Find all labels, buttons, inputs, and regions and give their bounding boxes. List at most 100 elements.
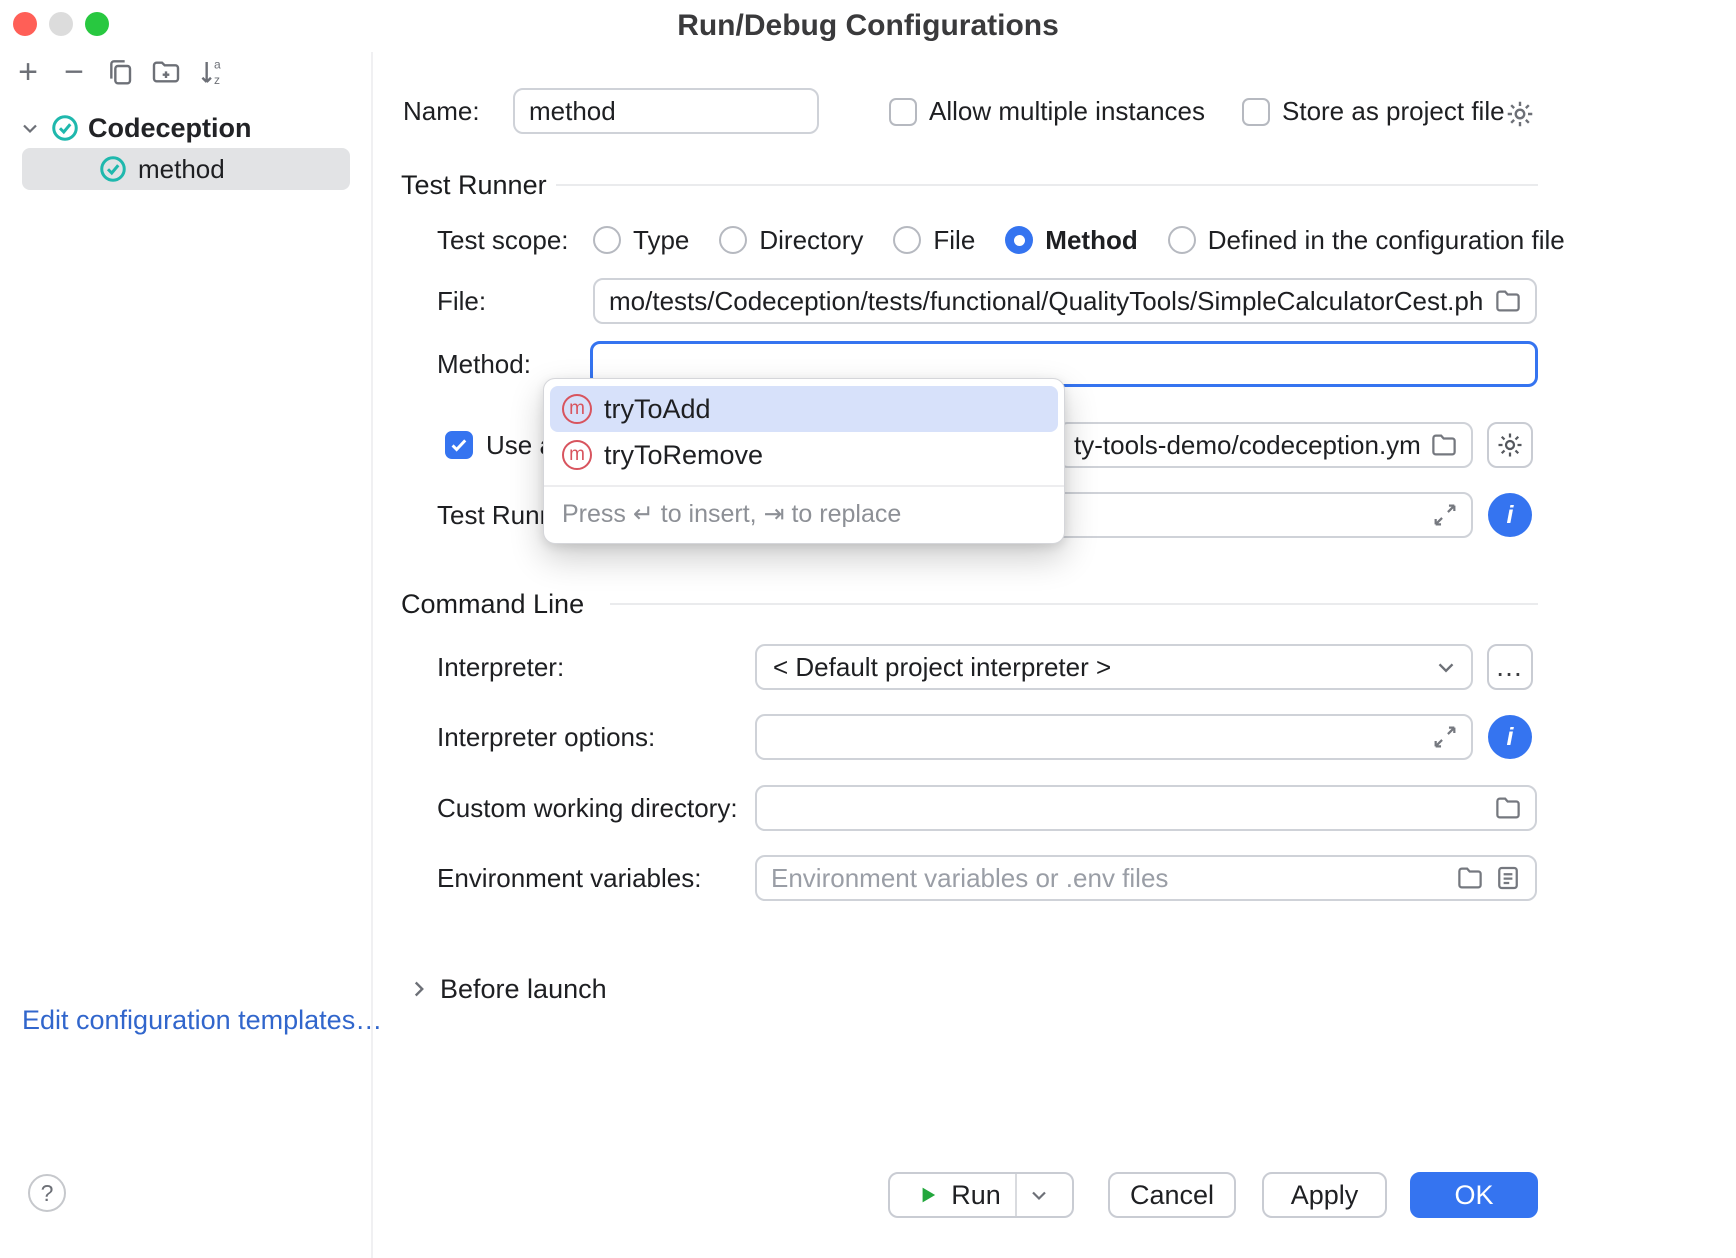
name-label: Name: xyxy=(403,88,480,134)
new-folder-icon xyxy=(150,56,182,88)
scope-radio-method[interactable]: Method xyxy=(1005,225,1137,256)
edit-configuration-templates-link[interactable]: Edit configuration templates… xyxy=(22,998,382,1042)
ellipsis-icon: … xyxy=(1495,653,1525,681)
interpreter-options-input[interactable] xyxy=(771,722,1423,753)
method-icon: m xyxy=(562,394,592,424)
allow-multiple-instances-label: Allow multiple instances xyxy=(929,88,1205,134)
store-as-project-file-label: Store as project file xyxy=(1282,88,1505,134)
radio-label: Directory xyxy=(759,225,863,256)
chevron-down-icon[interactable] xyxy=(18,116,42,140)
tree-node-label: method xyxy=(138,154,225,185)
method-completion-popup: m tryToAdd m tryToRemove Press ↵ to inse… xyxy=(543,378,1065,544)
completion-item-label: tryToRemove xyxy=(604,440,763,471)
interpreter-options-field xyxy=(755,714,1473,760)
radio-circle xyxy=(719,226,747,254)
expand-icon[interactable] xyxy=(1431,723,1459,751)
folder-icon[interactable] xyxy=(1429,430,1459,460)
radio-label: Type xyxy=(633,225,689,256)
run-dropdown-button[interactable] xyxy=(1017,1174,1061,1216)
chevron-right-icon[interactable] xyxy=(406,976,432,1002)
file-label: File: xyxy=(437,278,486,324)
new-folder-button[interactable] xyxy=(146,52,186,92)
completion-hint: Press ↵ to insert, ⇥ to replace xyxy=(544,485,1064,543)
custom-working-directory-field xyxy=(755,785,1537,831)
tree-node-codeception[interactable]: Codeception xyxy=(18,108,252,148)
interpreter-options-label: Interpreter options: xyxy=(437,714,655,760)
test-runner-options-label: Test Runn xyxy=(437,492,554,538)
interpreter-label: Interpreter: xyxy=(437,644,564,690)
completion-item-trytoremove[interactable]: m tryToRemove xyxy=(550,432,1058,478)
folder-icon[interactable] xyxy=(1493,793,1523,823)
method-input[interactable] xyxy=(607,349,1523,380)
radio-label: Method xyxy=(1045,225,1137,256)
radio-circle xyxy=(893,226,921,254)
sort-configurations-button[interactable]: a z xyxy=(192,52,232,92)
info-button[interactable]: i xyxy=(1488,493,1532,537)
completion-item-trytoadd[interactable]: m tryToAdd xyxy=(550,386,1058,432)
interpreter-browse-button[interactable]: … xyxy=(1487,644,1533,690)
copy-configuration-button[interactable] xyxy=(100,52,140,92)
run-button-label: Run xyxy=(951,1180,1001,1211)
remove-configuration-button[interactable]: − xyxy=(54,52,94,92)
scope-radio-defined-in-config[interactable]: Defined in the configuration file xyxy=(1168,225,1565,256)
completion-item-label: tryToAdd xyxy=(604,394,711,425)
info-button[interactable]: i xyxy=(1488,715,1532,759)
minus-icon: − xyxy=(64,55,84,89)
codeception-icon xyxy=(50,113,80,143)
svg-text:z: z xyxy=(214,73,220,87)
allow-multiple-instances-checkbox[interactable] xyxy=(889,98,917,126)
custom-working-directory-input[interactable] xyxy=(771,793,1485,824)
tree-node-label: Codeception xyxy=(88,113,252,144)
name-input[interactable] xyxy=(529,96,805,127)
store-settings-gear-icon[interactable] xyxy=(1504,98,1536,130)
test-scope-label: Test scope: xyxy=(437,217,569,263)
before-launch-section[interactable]: Before launch xyxy=(440,966,607,1012)
help-button[interactable]: ? xyxy=(28,1174,66,1212)
run-split-button: Run xyxy=(888,1172,1074,1218)
section-divider xyxy=(556,184,1538,186)
scope-radio-type[interactable]: Type xyxy=(593,225,689,256)
expand-icon[interactable] xyxy=(1431,501,1459,529)
folder-icon[interactable] xyxy=(1493,286,1523,316)
plus-icon: + xyxy=(18,55,38,89)
environment-variables-input[interactable] xyxy=(771,863,1447,894)
environment-variables-field xyxy=(755,855,1537,901)
use-config-checkbox[interactable] xyxy=(445,431,473,459)
name-field xyxy=(513,88,819,134)
scope-radio-directory[interactable]: Directory xyxy=(719,225,863,256)
section-divider xyxy=(610,603,1538,605)
scope-radio-file[interactable]: File xyxy=(893,225,975,256)
test-scope-radio-group: Type Directory File Method Defined in th… xyxy=(593,217,1565,263)
radio-circle xyxy=(1168,226,1196,254)
interpreter-value: < Default project interpreter > xyxy=(773,652,1111,683)
list-icon[interactable] xyxy=(1493,863,1523,893)
radio-circle xyxy=(593,226,621,254)
custom-working-directory-label: Custom working directory: xyxy=(437,785,738,831)
codeception-icon xyxy=(98,154,128,184)
chevron-down-icon xyxy=(1433,654,1459,680)
svg-text:a: a xyxy=(214,58,221,72)
add-configuration-button[interactable]: + xyxy=(8,52,48,92)
sidebar-toolbar: + − a z xyxy=(8,52,232,92)
radio-label: File xyxy=(933,225,975,256)
sort-az-icon: a z xyxy=(196,56,228,88)
run-button[interactable]: Run xyxy=(901,1174,1015,1216)
radio-circle-selected xyxy=(1005,226,1033,254)
interpreter-select[interactable]: < Default project interpreter > xyxy=(755,644,1473,690)
file-path-input[interactable] xyxy=(609,286,1485,317)
environment-variables-label: Environment variables: xyxy=(437,855,701,901)
sidebar-divider xyxy=(371,52,373,1258)
cancel-button[interactable]: Cancel xyxy=(1108,1172,1236,1218)
config-file-input[interactable] xyxy=(1074,430,1421,461)
tree-node-method-selected[interactable]: method xyxy=(22,148,350,190)
config-settings-button[interactable] xyxy=(1487,422,1533,468)
play-icon xyxy=(915,1182,941,1208)
store-as-project-file-checkbox[interactable] xyxy=(1242,98,1270,126)
apply-button[interactable]: Apply xyxy=(1262,1172,1387,1218)
method-label: Method: xyxy=(437,341,531,387)
radio-label: Defined in the configuration file xyxy=(1208,225,1565,256)
folder-icon[interactable] xyxy=(1455,863,1485,893)
test-runner-section-title: Test Runner xyxy=(401,163,547,207)
ok-button[interactable]: OK xyxy=(1410,1172,1538,1218)
window-title: Run/Debug Configurations xyxy=(0,9,1736,43)
